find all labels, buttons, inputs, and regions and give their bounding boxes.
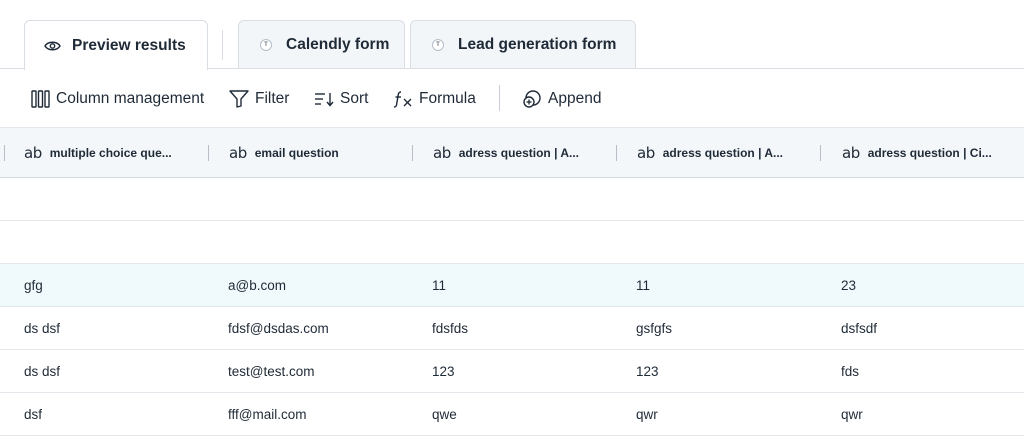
column-header[interactable]: ab multiple choice que...	[24, 128, 172, 178]
table-row[interactable]: dsf fff@mail.com qwe qwr qwr	[0, 393, 1024, 436]
column-resize-handle[interactable]	[4, 145, 5, 161]
table-cell[interactable]: ds dsf	[24, 307, 60, 349]
filter-label: Filter	[255, 90, 290, 107]
typeform-badge-icon: T	[429, 36, 447, 54]
table-row[interactable]	[0, 178, 1024, 221]
tab-label: Calendly form	[286, 36, 390, 53]
column-header[interactable]: ab adress question | Ci...	[842, 128, 992, 178]
table-cell[interactable]: 11	[636, 264, 650, 306]
table-row[interactable]: gfg a@b.com 11 11 23	[0, 264, 1024, 307]
column-header[interactable]: ab email question	[229, 128, 339, 178]
tab-bar: Preview results T Calendly form T Lead g…	[0, 0, 1024, 70]
column-header-label: email question	[254, 146, 339, 160]
filter-button[interactable]: Filter	[229, 87, 289, 111]
column-resize-handle[interactable]	[616, 145, 617, 161]
column-header-label: multiple choice que...	[49, 146, 172, 160]
column-resize-handle[interactable]	[412, 145, 413, 161]
table-cell[interactable]: gsfgfs	[636, 307, 672, 349]
text-type-icon: ab	[229, 144, 247, 162]
text-type-icon: ab	[842, 144, 860, 162]
table-row[interactable]: ds dsf test@test.com 123 123 fds	[0, 350, 1024, 393]
table-cell[interactable]: fdsfds	[432, 307, 468, 349]
filter-icon	[229, 90, 249, 108]
table-cell[interactable]: qwr	[841, 393, 863, 435]
table-header: ab multiple choice que... ab email quest…	[0, 127, 1024, 178]
column-management-button[interactable]: Column management	[31, 87, 204, 111]
table-cell[interactable]: 23	[841, 264, 856, 306]
append-icon	[522, 89, 542, 109]
sort-label: Sort	[340, 90, 369, 107]
column-header-label: adress question | Ci...	[867, 146, 992, 160]
sort-icon	[314, 91, 334, 107]
column-resize-handle[interactable]	[208, 145, 209, 161]
tab-calendly-form[interactable]: T Calendly form	[238, 20, 405, 69]
append-label: Append	[548, 90, 602, 107]
sort-button[interactable]: Sort	[314, 87, 368, 111]
toolbar: Column management Filter Sort Formula Ap…	[0, 69, 1024, 127]
table-cell[interactable]: dsfsdf	[841, 307, 877, 349]
function-icon	[393, 90, 413, 108]
column-resize-handle[interactable]	[820, 145, 821, 161]
column-header[interactable]: ab adress question | A...	[637, 128, 783, 178]
column-header-label: adress question | A...	[458, 146, 579, 160]
column-header[interactable]: ab adress question | A...	[433, 128, 579, 178]
tab-preview-results[interactable]: Preview results	[24, 20, 208, 70]
tab-label: Lead generation form	[458, 36, 617, 53]
columns-icon	[31, 90, 50, 108]
column-header-label: adress question | A...	[662, 146, 783, 160]
badge-letter: T	[432, 39, 444, 51]
formula-label: Formula	[419, 90, 476, 107]
typeform-badge-icon: T	[257, 36, 275, 54]
eye-icon	[43, 37, 61, 55]
text-type-icon: ab	[433, 144, 451, 162]
table-cell[interactable]: fdsf@dsdas.com	[228, 307, 329, 349]
table-row[interactable]	[0, 221, 1024, 264]
tab-lead-generation-form[interactable]: T Lead generation form	[410, 20, 636, 69]
text-type-icon: ab	[637, 144, 655, 162]
table-cell[interactable]: a@b.com	[228, 264, 286, 306]
table-cell[interactable]: ds dsf	[24, 350, 60, 392]
table-cell[interactable]: qwe	[432, 393, 457, 435]
table-cell[interactable]: fff@mail.com	[228, 393, 306, 435]
table-cell[interactable]: 123	[636, 350, 659, 392]
table-cell[interactable]: fds	[841, 350, 859, 392]
table-cell[interactable]: 11	[432, 264, 446, 306]
table-row[interactable]: ds dsf fdsf@dsdas.com fdsfds gsfgfs dsfs…	[0, 307, 1024, 350]
tab-label: Preview results	[72, 36, 186, 54]
tab-divider	[222, 30, 223, 60]
table-cell[interactable]: gfg	[24, 264, 43, 306]
append-button[interactable]: Append	[522, 87, 601, 111]
column-management-label: Column management	[56, 90, 205, 107]
toolbar-divider	[499, 85, 500, 111]
table-cell[interactable]: qwr	[636, 393, 658, 435]
table-cell[interactable]: dsf	[24, 393, 42, 435]
badge-letter: T	[260, 39, 272, 51]
table-cell[interactable]: test@test.com	[228, 350, 314, 392]
table-cell[interactable]: 123	[432, 350, 455, 392]
text-type-icon: ab	[24, 144, 42, 162]
formula-button[interactable]: Formula	[393, 87, 476, 111]
